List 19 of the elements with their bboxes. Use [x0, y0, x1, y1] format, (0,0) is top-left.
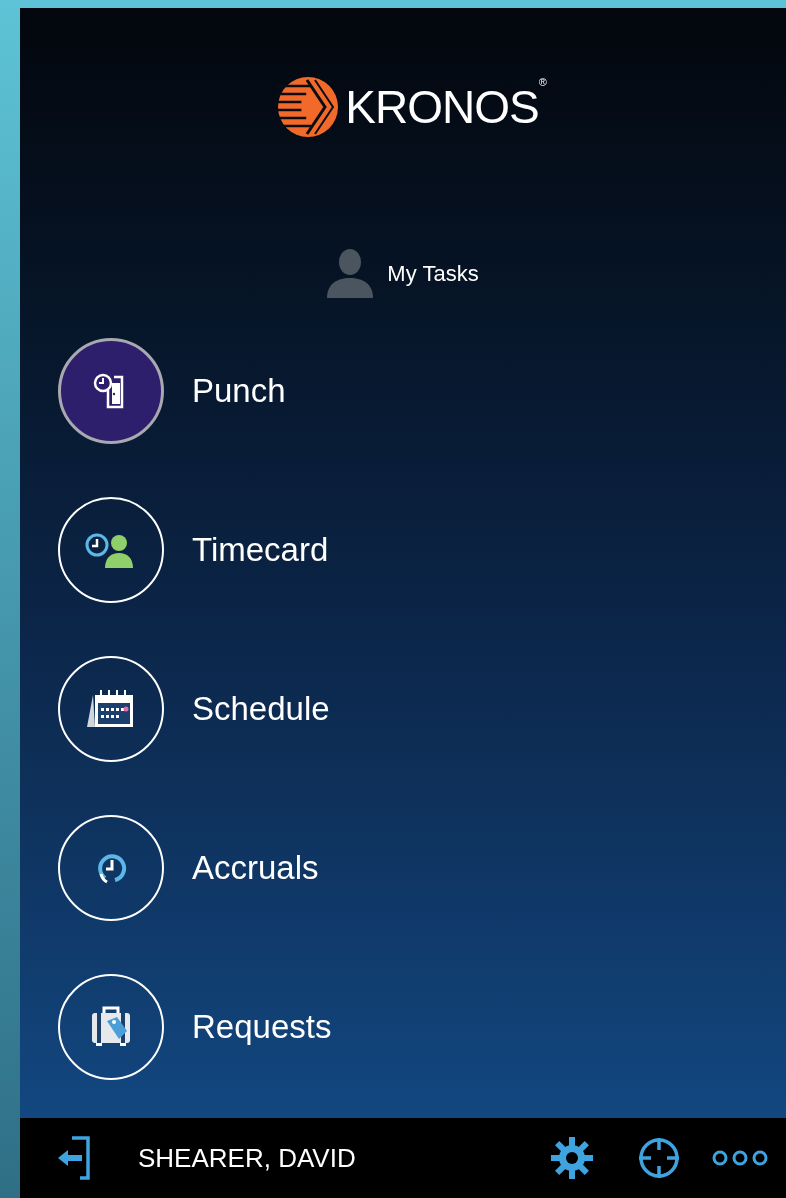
settings-icon[interactable] — [550, 1136, 594, 1180]
task-label: Timecard — [192, 530, 329, 571]
section-title: My Tasks — [387, 259, 479, 288]
user-name: SHEARER, DAVID — [138, 1141, 356, 1175]
task-label: Schedule — [192, 689, 330, 730]
person-icon — [327, 248, 374, 298]
task-item[interactable]: Schedule — [58, 656, 786, 762]
task-item[interactable]: Timecard — [58, 497, 786, 603]
task-item[interactable]: Punch — [58, 338, 786, 444]
crosshair-icon[interactable] — [638, 1137, 680, 1179]
task-item[interactable]: Requests — [58, 974, 786, 1080]
task-item[interactable]: Accruals — [58, 815, 786, 921]
kronos-logo-icon — [277, 76, 340, 138]
task-label: Accruals — [192, 848, 319, 889]
more-icon[interactable] — [712, 1149, 768, 1167]
task-label: Requests — [192, 1007, 332, 1048]
registered-mark: ® — [538, 75, 547, 90]
task-label: Punch — [192, 371, 286, 412]
brand-name: KRONOS — [345, 84, 539, 130]
